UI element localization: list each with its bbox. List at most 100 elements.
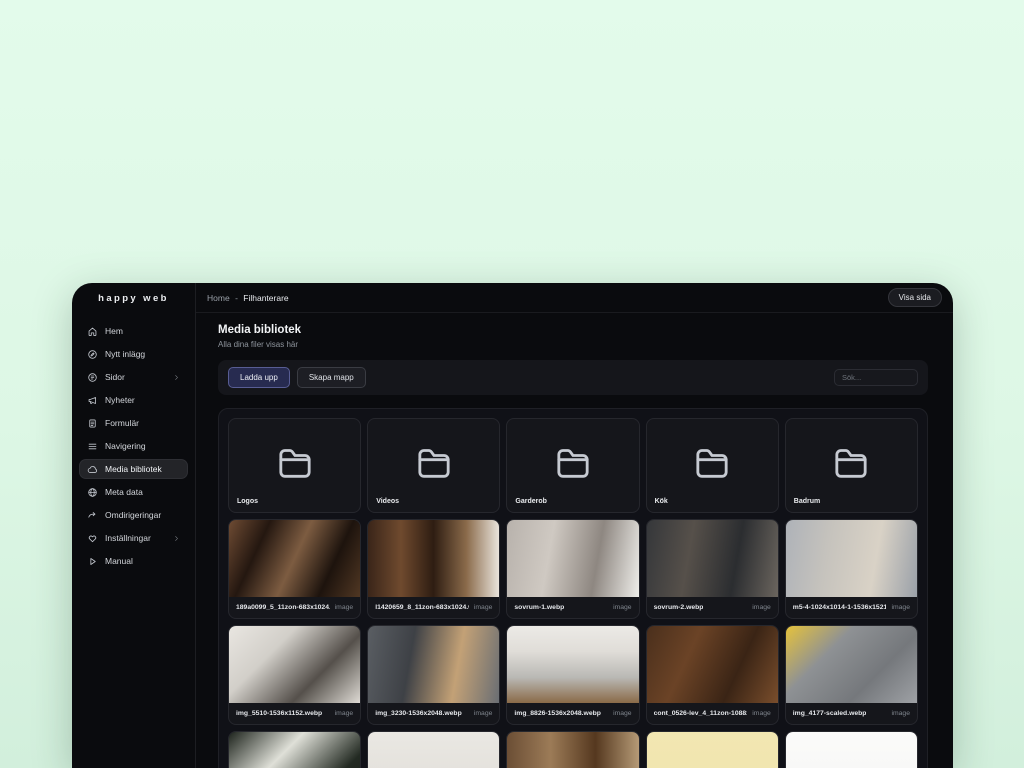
file-type-badge: image xyxy=(891,710,910,717)
sidebar-item-manual[interactable]: Manual xyxy=(80,552,187,570)
view-page-button[interactable]: Visa sida xyxy=(888,288,942,307)
folder-grid: Logos Videos Garderob Kök Badrum xyxy=(228,418,918,513)
file-name: sovrum-2.webp xyxy=(654,604,704,611)
file-type-badge: image xyxy=(613,710,632,717)
sidebar-item-label: Omdirigeringar xyxy=(105,510,161,520)
folder-icon xyxy=(551,443,595,483)
folder-icon xyxy=(690,443,734,483)
sidebar-item-label: Formulär xyxy=(105,418,139,428)
file-type-badge: image xyxy=(891,604,910,611)
file-card[interactable]: m5-4-1024x1014-1-1536x1521... image xyxy=(785,519,918,619)
sidebar: happy web Hem Nytt inlägg Sidor Nyheter … xyxy=(72,283,196,768)
form-icon xyxy=(87,418,98,429)
file-card[interactable]: sovrum-2.webp image xyxy=(646,519,779,619)
file-thumbnail xyxy=(229,732,360,768)
sidebar-item-media-bibliotek[interactable]: Media bibliotek xyxy=(80,460,187,478)
file-name: img_8826-1536x2048.webp xyxy=(514,710,601,717)
file-name: img_5510-1536x1152.webp xyxy=(236,710,322,717)
sidebar-item-omdirigeringar[interactable]: Omdirigeringar xyxy=(80,506,187,524)
file-card[interactable] xyxy=(506,731,639,768)
file-thumbnail xyxy=(786,732,917,768)
file-name: sovrum-1.webp xyxy=(514,604,564,611)
file-type-badge: image xyxy=(474,604,493,611)
file-thumbnail xyxy=(368,520,499,597)
file-thumbnail xyxy=(368,626,499,703)
sidebar-item-meta-data[interactable]: Meta data xyxy=(80,483,187,501)
file-thumbnail xyxy=(647,732,778,768)
folder-name: Videos xyxy=(376,498,399,505)
file-card[interactable]: img_8826-1536x2048.webp image xyxy=(506,625,639,725)
breadcrumb: Home - Filhanterare xyxy=(207,293,289,303)
folder-icon xyxy=(273,443,317,483)
create-folder-button[interactable]: Skapa mapp xyxy=(297,367,366,388)
file-thumbnail xyxy=(368,732,499,768)
file-thumbnail xyxy=(647,520,778,597)
sidebar-item-formul-r[interactable]: Formulär xyxy=(80,414,187,432)
sidebar-item-hem[interactable]: Hem xyxy=(80,322,187,340)
file-grid-partial xyxy=(228,731,918,768)
file-name: l1420659_8_11zon-683x1024.w... xyxy=(375,604,469,611)
sidebar-item-sidor[interactable]: Sidor xyxy=(80,368,187,386)
file-name: img_4177-scaled.webp xyxy=(793,710,867,717)
megaphone-icon xyxy=(87,395,98,406)
file-card[interactable] xyxy=(785,731,918,768)
page-subtitle: Alla dina filer visas här xyxy=(218,340,928,349)
file-card[interactable]: 189a0099_5_11zon-683x1024... image xyxy=(228,519,361,619)
globe-icon xyxy=(87,487,98,498)
sidebar-item-label: Manual xyxy=(105,556,133,566)
file-thumbnail xyxy=(229,626,360,703)
file-card[interactable]: sovrum-1.webp image xyxy=(506,519,639,619)
sidebar-item-label: Sidor xyxy=(105,372,125,382)
file-card[interactable]: img_5510-1536x1152.webp image xyxy=(228,625,361,725)
file-card[interactable] xyxy=(367,731,500,768)
media-grid-panel: Logos Videos Garderob Kök Badrum 189a009… xyxy=(218,408,928,768)
file-grid: 189a0099_5_11zon-683x1024... image l1420… xyxy=(228,519,918,725)
folder-icon xyxy=(829,443,873,483)
file-name: cont_0526-lev_4_11zon-1088x... xyxy=(654,710,748,717)
page-title: Media bibliotek xyxy=(218,324,928,336)
file-thumbnail xyxy=(507,520,638,597)
sidebar-item-nyheter[interactable]: Nyheter xyxy=(80,391,187,409)
app-logo: happy web xyxy=(72,283,195,313)
file-type-badge: image xyxy=(335,710,354,717)
file-type-badge: image xyxy=(474,710,493,717)
chevron-right-icon xyxy=(173,535,180,542)
file-card[interactable]: img_3230-1536x2048.webp image xyxy=(367,625,500,725)
cloud-icon xyxy=(87,464,98,475)
file-card[interactable] xyxy=(228,731,361,768)
top-header: Home - Filhanterare Visa sida xyxy=(196,283,953,313)
menu-icon xyxy=(87,441,98,452)
settings-icon xyxy=(87,533,98,544)
file-card[interactable]: l1420659_8_11zon-683x1024.w... image xyxy=(367,519,500,619)
redirect-icon xyxy=(87,510,98,521)
folder-card[interactable]: Badrum xyxy=(785,418,918,513)
breadcrumb-current: Filhanterare xyxy=(243,293,288,303)
folder-card[interactable]: Kök xyxy=(646,418,779,513)
sidebar-item-label: Nyheter xyxy=(105,395,135,405)
sidebar-item-label: Nytt inlägg xyxy=(105,349,145,359)
folder-card[interactable]: Videos xyxy=(367,418,500,513)
file-card[interactable]: img_4177-scaled.webp image xyxy=(785,625,918,725)
folder-name: Badrum xyxy=(794,498,820,505)
sidebar-item-nytt-inl-gg[interactable]: Nytt inlägg xyxy=(80,345,187,363)
file-thumbnail xyxy=(229,520,360,597)
file-card[interactable]: cont_0526-lev_4_11zon-1088x... image xyxy=(646,625,779,725)
folder-card[interactable]: Garderob xyxy=(506,418,639,513)
search-input[interactable] xyxy=(834,369,918,386)
breadcrumb-separator: - xyxy=(235,293,238,303)
file-thumbnail xyxy=(507,732,638,768)
sidebar-item-navigering[interactable]: Navigering xyxy=(80,437,187,455)
folder-name: Kök xyxy=(655,498,668,505)
folder-card[interactable]: Logos xyxy=(228,418,361,513)
upload-button[interactable]: Ladda upp xyxy=(228,367,290,388)
app-window: happy web Hem Nytt inlägg Sidor Nyheter … xyxy=(72,283,953,768)
sidebar-item-label: Meta data xyxy=(105,487,143,497)
folder-icon xyxy=(412,443,456,483)
file-type-badge: image xyxy=(752,604,771,611)
sidebar-item-inst-llningar[interactable]: Inställningar xyxy=(80,529,187,547)
file-thumbnail xyxy=(786,626,917,703)
file-card[interactable] xyxy=(646,731,779,768)
breadcrumb-home[interactable]: Home xyxy=(207,293,230,303)
home-icon xyxy=(87,326,98,337)
play-icon xyxy=(87,556,98,567)
